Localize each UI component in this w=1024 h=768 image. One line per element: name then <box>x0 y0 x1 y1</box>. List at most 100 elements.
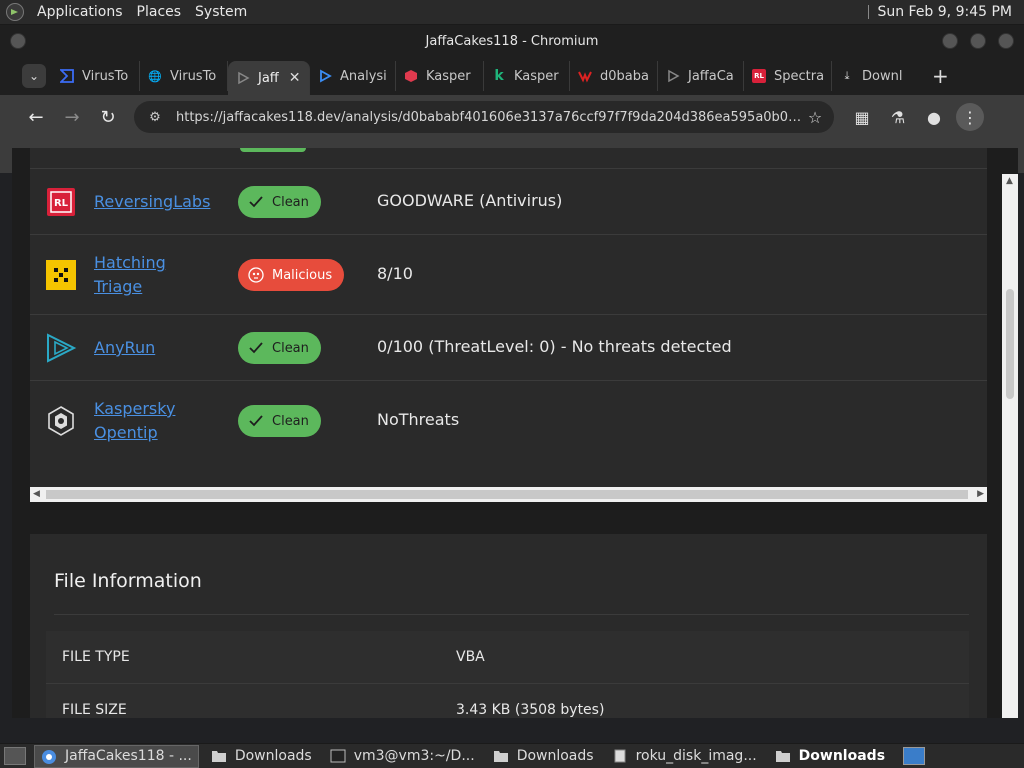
scroll-left-icon[interactable]: ◀ <box>33 489 40 499</box>
tab-label: Analysi <box>340 68 387 84</box>
tab-jaffacakes-2[interactable]: JaffaCa <box>658 61 744 91</box>
hatching-triage-logo <box>45 259 77 291</box>
menu-places[interactable]: Places <box>130 4 189 20</box>
svg-text:RL: RL <box>54 198 69 209</box>
status-label: Clean <box>272 194 309 210</box>
taskbar-item-roku-image[interactable]: roku_disk_imag... <box>606 745 763 768</box>
tab-downloads[interactable]: ⤓ Downl <box>832 61 918 91</box>
scroll-right-icon[interactable]: ▶ <box>977 489 984 499</box>
tab-virustotal-2[interactable]: 🌐 VirusTo <box>140 61 228 91</box>
jaffacakes-icon <box>236 71 250 85</box>
folder-icon <box>775 749 791 763</box>
tab-strip: ⌄ VirusTo 🌐 VirusTo Jaff ✕ Analysi Kaspe… <box>0 57 1024 95</box>
labs-flask-icon[interactable]: ⚗ <box>884 103 912 131</box>
tab-label: Spectra <box>774 68 825 84</box>
result-row-hatching-triage: Hatching Triage Malicious 8/10 <box>30 234 987 314</box>
taskbar-item-downloads-2[interactable]: Downloads <box>487 745 600 768</box>
partial-badge <box>240 148 306 152</box>
tab-label: d0baba <box>600 68 649 84</box>
vertical-scrollbar[interactable]: ▲ <box>1002 174 1018 718</box>
tab-analysis[interactable]: Analysi <box>310 61 396 91</box>
file-info-value: VBA <box>456 649 485 665</box>
maximize-button[interactable] <box>970 33 986 49</box>
arrow-right-icon: → <box>64 106 80 128</box>
menu-system[interactable]: System <box>188 4 254 20</box>
result-text: NoThreats <box>377 410 460 429</box>
reload-button[interactable]: ↻ <box>96 105 120 129</box>
sandbox-results-card: RL ReversingLabs Clean GOODWARE (Antivir… <box>30 148 987 502</box>
panel-clock[interactable]: Sun Feb 9, 9:45 PM <box>868 4 1012 20</box>
chromium-icon <box>41 749 57 764</box>
tab-jaffacakes-active[interactable]: Jaff ✕ <box>228 61 310 95</box>
vendor-link[interactable]: ReversingLabs <box>94 190 214 214</box>
globe-icon: 🌐 <box>148 69 162 83</box>
window-menu-button[interactable] <box>10 33 26 49</box>
reload-icon: ↻ <box>100 106 116 128</box>
vendor-link[interactable]: AnyRun <box>94 336 214 360</box>
close-window-button[interactable] <box>998 33 1014 49</box>
tab-kaspersky-2[interactable]: k Kasper <box>484 61 570 91</box>
status-badge-clean: Clean <box>238 332 321 364</box>
reversinglabs-icon: RL <box>752 69 766 83</box>
tab-kaspersky-1[interactable]: Kasper <box>396 61 484 91</box>
kaspersky-logo <box>45 405 77 437</box>
taskbar-label: Downloads <box>798 748 886 764</box>
file-info-row: FILE TYPE VBA <box>46 631 969 684</box>
menu-applications[interactable]: Applications <box>30 4 130 20</box>
tab-label: Jaff <box>258 70 279 86</box>
taskbar-label: vm3@vm3:~/D... <box>353 748 475 764</box>
status-label: Malicious <box>272 267 333 283</box>
divider <box>54 614 969 615</box>
tab-search-button[interactable]: ⌄ <box>22 64 46 88</box>
file-info-key: FILE SIZE <box>62 702 127 718</box>
tab-label: Downl <box>862 68 903 84</box>
browser-toolbar: ← → ↻ ⚙ https://jaffacakes118.dev/analys… <box>0 95 1024 139</box>
vertical-scroll-thumb[interactable] <box>1006 289 1014 399</box>
tab-label: JaffaCa <box>688 68 734 84</box>
file-info-row: FILE SIZE 3.43 KB (3508 bytes) <box>46 684 969 718</box>
browser-menu-icon[interactable]: ⋮ <box>956 103 984 131</box>
minimize-button[interactable] <box>942 33 958 49</box>
address-bar[interactable]: ⚙ https://jaffacakes118.dev/analysis/d0b… <box>134 101 834 133</box>
status-label: Clean <box>272 413 309 429</box>
vendor-link[interactable]: Hatching Triage <box>94 251 214 299</box>
hybrid-icon <box>578 69 592 83</box>
site-settings-icon[interactable]: ⚙ <box>146 108 164 126</box>
jaffacakes-icon <box>666 69 680 83</box>
gnome-menu-icon[interactable] <box>6 3 24 21</box>
show-desktop-button[interactable] <box>4 747 26 765</box>
tab-spectra[interactable]: RL Spectra <box>744 61 832 91</box>
profile-icon[interactable]: ● <box>920 103 948 131</box>
checkmark-icon <box>248 414 264 428</box>
back-button[interactable]: ← <box>24 105 48 129</box>
taskbar-label: Downloads <box>516 748 594 764</box>
file-info-value: 3.43 KB (3508 bytes) <box>456 702 605 718</box>
result-text: 0/100 (ThreatLevel: 0) - No threats dete… <box>377 337 732 356</box>
tab-hybrid[interactable]: d0baba <box>570 61 658 91</box>
skull-icon <box>248 267 264 283</box>
forward-button[interactable]: → <box>60 105 84 129</box>
extensions-icon[interactable]: ▦ <box>848 103 876 131</box>
status-badge-malicious: Malicious <box>238 259 345 291</box>
new-tab-button[interactable]: + <box>932 64 949 88</box>
status-label: Clean <box>272 340 309 356</box>
taskbar-item-downloads-1[interactable]: Downloads <box>205 745 318 768</box>
tab-label: Kasper <box>514 68 559 84</box>
taskbar-item-downloads-3[interactable]: Downloads <box>769 745 891 768</box>
taskbar-item-chromium[interactable]: JaffaCakes118 - ... <box>34 744 199 768</box>
bookmark-star-icon[interactable]: ☆ <box>802 108 828 127</box>
close-tab-icon[interactable]: ✕ <box>289 70 301 86</box>
horizontal-scrollbar[interactable]: ◀ ▶ <box>30 487 987 502</box>
kaspersky-k-icon: k <box>494 68 504 84</box>
top-panel: Applications Places System Sun Feb 9, 9:… <box>0 0 1024 25</box>
vendor-link[interactable]: Kaspersky Opentip <box>94 397 214 445</box>
tab-virustotal-1[interactable]: VirusTo <box>52 61 140 91</box>
workspace-switcher[interactable] <box>903 747 926 765</box>
horizontal-scroll-thumb[interactable] <box>46 490 968 499</box>
virustotal-icon <box>60 69 74 83</box>
taskbar-item-terminal[interactable]: vm3@vm3:~/D... <box>324 745 481 768</box>
result-row-kaspersky: Kaspersky Opentip Clean NoThreats <box>30 380 987 460</box>
anyrun-logo <box>45 332 77 364</box>
kaspersky-red-icon <box>404 69 418 83</box>
scroll-up-icon[interactable]: ▲ <box>1006 176 1013 186</box>
